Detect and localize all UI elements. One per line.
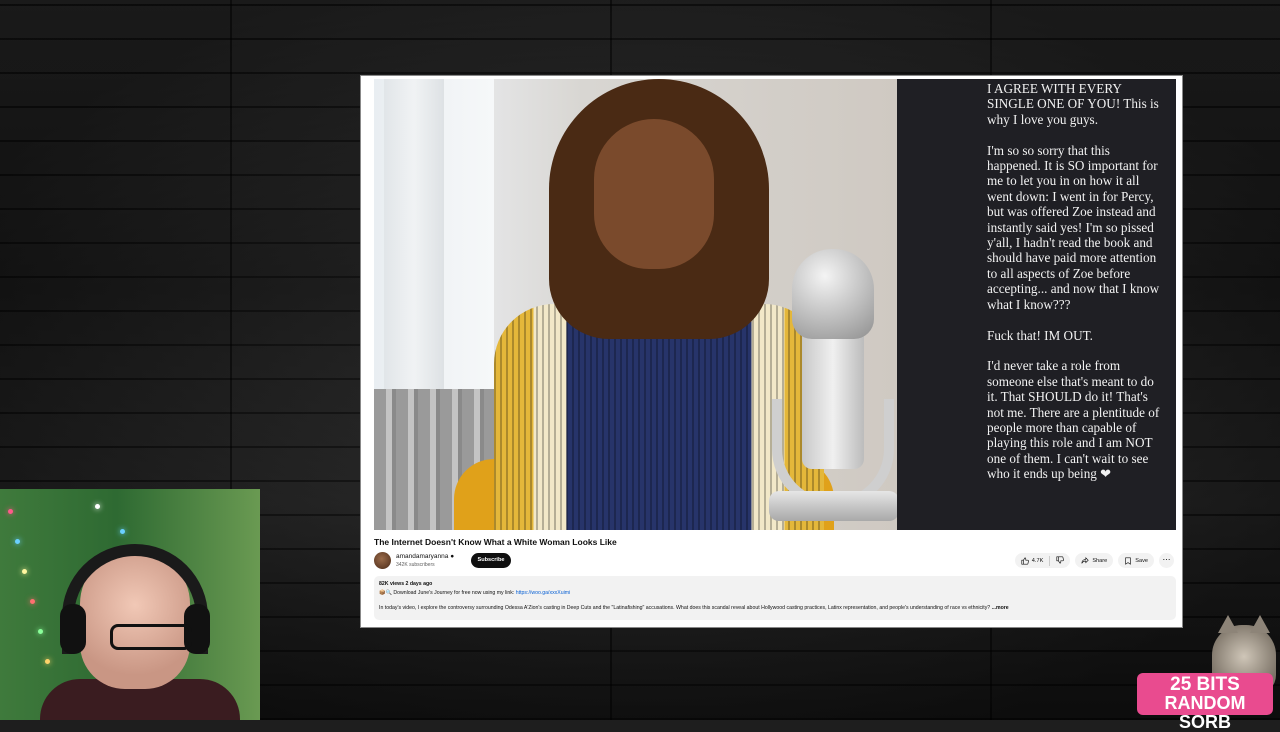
microphone-base [769,491,897,521]
streamer-webcam [0,489,260,720]
save-label: Save [1135,557,1148,564]
view-count-date: 82K views 2 days ago [379,581,433,587]
video-title: The Internet Doesn't Know What a White W… [374,537,617,547]
bits-username: RANDOM SORB [1164,693,1246,732]
like-dislike-group: 4.7K [1014,553,1071,568]
more-link[interactable]: ...more [992,605,1009,611]
string-light [120,529,125,534]
verified-icon: ● [450,553,455,560]
save-button[interactable]: Save [1118,553,1154,568]
string-light [30,599,35,604]
bits-amount: 25 BITS [1170,674,1240,695]
description-body: In today's video, I explore the controve… [379,605,1009,611]
action-bar: 4.7K Share Save ⋯ [1014,553,1174,568]
microphone-body [802,319,864,469]
subscriber-count: 342K subscribers [396,562,435,568]
string-light [15,539,20,544]
string-light [95,504,100,509]
string-light [38,629,43,634]
divider [1049,555,1051,566]
string-light [45,659,50,664]
person-face [594,119,714,269]
string-light [8,509,13,514]
bits-alert-badge: 25 BITS RANDOM SORB [1137,673,1273,732]
instagram-story-text: I AGREE WITH EVERY SINGLE ONE OF YOU! Th… [897,79,1176,530]
video-frame-image [374,79,897,530]
promo-link[interactable]: https://woo.ga/xxxXuimi [516,590,571,596]
like-count: 4.7K [1031,557,1044,564]
share-button[interactable]: Share [1075,553,1114,568]
thumbs-up-icon [1021,556,1029,565]
dislike-button[interactable] [1056,555,1065,566]
thumbs-down-icon [1056,555,1065,564]
glasses [110,624,192,650]
more-actions-button[interactable]: ⋯ [1159,553,1174,568]
headphone-ear-left [60,604,86,654]
channel-row: amandamaryanna ● 342K subscribers Subscr… [374,550,1174,572]
string-light [22,569,27,574]
youtube-window: I AGREE WITH EVERY SINGLE ONE OF YOU! Th… [361,76,1182,627]
video-player[interactable]: I AGREE WITH EVERY SINGLE ONE OF YOU! Th… [374,79,1176,530]
description-box[interactable]: 82K views 2 days ago 📦🔍 Download June's … [374,576,1176,620]
share-icon [1081,556,1089,564]
microphone-head [792,249,874,339]
subscribe-button[interactable]: Subscribe [471,553,511,568]
like-button[interactable]: 4.7K [1021,556,1044,565]
bookmark-icon [1125,556,1131,565]
channel-avatar[interactable] [374,552,391,569]
description-promo: 📦🔍 Download June's Journey for free now … [379,590,571,596]
share-label: Share [1092,557,1108,564]
channel-name[interactable]: amandamaryanna ● [396,553,454,560]
